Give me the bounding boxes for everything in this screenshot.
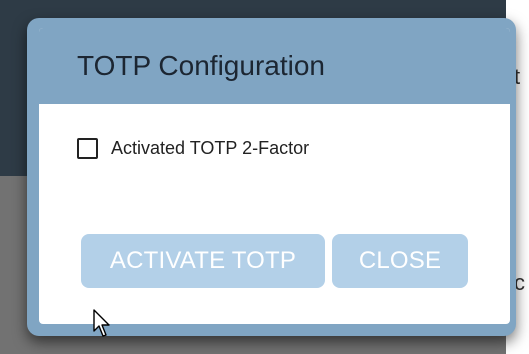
mouse-pointer-icon [93, 309, 110, 337]
totp-activated-checkbox[interactable] [77, 138, 98, 159]
dialog-title: TOTP Configuration [77, 50, 325, 81]
dialog-content: TOTP Configuration Activated TOTP 2-Fact… [39, 28, 510, 324]
activate-totp-button[interactable]: ACTIVATE TOTP [81, 234, 325, 288]
totp-config-dialog: TOTP Configuration Activated TOTP 2-Fact… [27, 18, 516, 336]
totp-activated-label: Activated TOTP 2-Factor [111, 138, 310, 158]
totp-activated-row: Activated TOTP 2-Factor [77, 138, 309, 159]
close-button[interactable]: CLOSE [332, 234, 468, 288]
dialog-header: TOTP Configuration [39, 28, 510, 104]
